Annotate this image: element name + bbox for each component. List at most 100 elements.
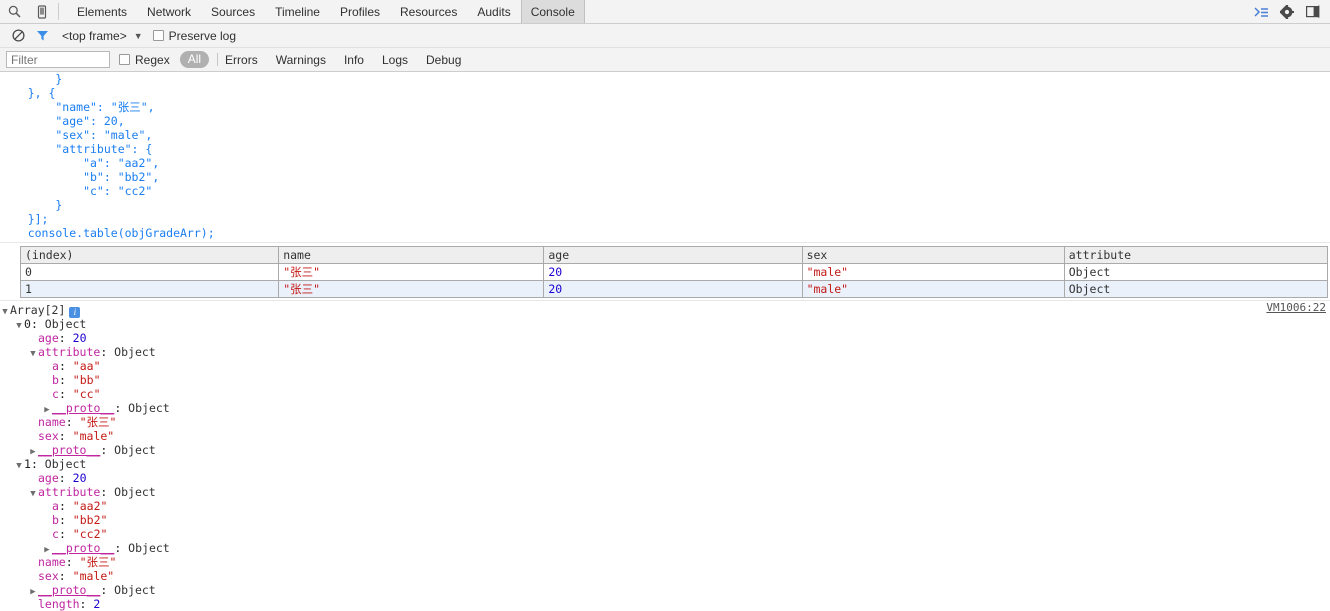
- tab-network[interactable]: Network: [137, 0, 201, 23]
- table-header-cell: age: [543, 246, 803, 264]
- console-table: (index) name age sex attribute 0 "张三" 20 "male"…: [19, 246, 1329, 298]
- tree-node: ▶length: 2: [0, 597, 1330, 611]
- tree-indent-spacer: ▶: [28, 599, 38, 611]
- cell-value: "male": [806, 282, 849, 296]
- preserve-log-checkbox[interactable]: Preserve log: [152, 28, 237, 43]
- tree-node-separator: :: [58, 499, 73, 513]
- source-line: "b": "bb2",: [0, 170, 160, 184]
- table-cell-attribute: Object: [1063, 263, 1329, 281]
- tree-node-separator: :: [65, 415, 80, 429]
- checkbox-box: [152, 30, 164, 41]
- tree-node[interactable]: ▼ attribute: Object: [0, 485, 1330, 499]
- filter-input[interactable]: [6, 51, 110, 68]
- tab-label: Console: [530, 4, 575, 19]
- source-line: "c": "cc2": [0, 184, 153, 198]
- console-output: } }, { "name": "张三", "age": 20, "sex": "…: [0, 72, 1330, 611]
- tree-node-value: "aa": [72, 359, 101, 373]
- table-cell-age: 20: [543, 263, 803, 281]
- source-line: "age": 20,: [0, 114, 125, 128]
- tree-node-separator: :: [65, 555, 80, 569]
- level-filter-all[interactable]: All: [179, 51, 210, 68]
- cell-value: "张三": [283, 265, 321, 279]
- table-header-cell: name: [278, 246, 545, 264]
- cell-value: 0: [25, 265, 32, 279]
- level-filter-info[interactable]: Info: [344, 53, 364, 67]
- clear-console-icon[interactable]: [6, 26, 30, 46]
- source-line: "name": "张三",: [0, 100, 155, 114]
- table-cell-index: 0: [19, 263, 280, 281]
- level-filter-debug[interactable]: Debug: [426, 53, 461, 67]
- disclosure-triangle-icon[interactable]: ▼: [28, 487, 38, 501]
- tree-node-key: __proto__: [38, 583, 101, 597]
- level-filter-errors[interactable]: Errors: [225, 53, 258, 67]
- table-cell-index: 1: [19, 280, 280, 298]
- tree-node-separator: :: [58, 527, 73, 541]
- disclosure-triangle-icon[interactable]: ▼: [28, 347, 38, 361]
- tree-node[interactable]: ▼ attribute: Object: [0, 345, 1330, 359]
- cell-value: "male": [806, 265, 849, 279]
- tab-profiles[interactable]: Profiles: [330, 0, 390, 23]
- tree-node[interactable]: ▼ 0: Object: [0, 317, 1330, 331]
- tree-node-value: Object: [114, 443, 156, 457]
- tree-node-value: Object: [114, 345, 156, 359]
- filter-funnel-icon[interactable]: [30, 26, 54, 46]
- console-toolbar-primary: <top frame> ▼ Preserve log: [0, 24, 1330, 48]
- tab-sources[interactable]: Sources: [201, 0, 265, 23]
- settings-gear-icon[interactable]: [1274, 4, 1300, 19]
- preserve-log-label: Preserve log: [168, 28, 237, 43]
- device-toggle-icon[interactable]: [28, 0, 56, 23]
- tree-node-separator: :: [58, 569, 73, 583]
- tree-node-value: "male": [72, 569, 115, 583]
- source-location-link[interactable]: VM1006:22: [1266, 301, 1326, 315]
- tree-node-separator: :: [100, 443, 115, 457]
- tab-console[interactable]: Console: [520, 0, 585, 23]
- tree-node[interactable]: ▶ __proto__: Object: [0, 541, 1330, 555]
- tabbar-divider: [58, 3, 59, 20]
- tree-node-separator: :: [58, 429, 73, 443]
- tree-node-key: attribute: [38, 345, 101, 359]
- tree-node: ▶c: "cc": [0, 387, 1330, 401]
- tree-node-separator: :: [114, 401, 129, 415]
- tree-node-value: Object: [114, 485, 156, 499]
- tree-node-key: sex: [38, 569, 59, 583]
- tree-node-key: name: [38, 415, 66, 429]
- tree-node: ▶a: "aa": [0, 359, 1330, 373]
- regex-checkbox[interactable]: Regex: [119, 53, 170, 67]
- tree-node-key: a: [52, 359, 59, 373]
- cell-value: Object: [1068, 265, 1111, 279]
- disclosure-triangle-icon[interactable]: ▼: [0, 305, 10, 319]
- table-body: 0 "张三" 20 "male" Object 1 "张三" 20 "male" Object: [19, 263, 1329, 298]
- tree-node[interactable]: ▼ 1: Object: [0, 457, 1330, 471]
- tree-node[interactable]: ▶ __proto__: Object: [0, 583, 1330, 597]
- search-icon[interactable]: [0, 0, 28, 23]
- tab-label: Timeline: [275, 4, 320, 19]
- dock-side-icon[interactable]: [1300, 5, 1326, 18]
- tree-root-row[interactable]: ▼ Array[2] i: [0, 303, 1330, 319]
- console-drawer-icon[interactable]: [1248, 6, 1274, 18]
- tab-resources[interactable]: Resources: [390, 0, 467, 23]
- cell-value: 1: [25, 282, 32, 296]
- tree-node-key: age: [38, 331, 59, 345]
- disclosure-triangle-icon[interactable]: ▼: [14, 459, 24, 473]
- tab-label: Network: [147, 4, 192, 19]
- table-cell-name: "张三": [278, 280, 545, 298]
- tree-node[interactable]: ▶ __proto__: Object: [0, 443, 1330, 457]
- tab-audits[interactable]: Audits: [467, 0, 520, 23]
- tab-timeline[interactable]: Timeline: [265, 0, 330, 23]
- tree-node: ▶age: 20: [0, 331, 1330, 345]
- tree-node-key: __proto__: [52, 541, 115, 555]
- tree-node-value: Object: [44, 457, 87, 471]
- disclosure-triangle-icon[interactable]: ▼: [14, 319, 24, 333]
- level-filter-logs[interactable]: Logs: [382, 53, 408, 67]
- tab-elements[interactable]: Elements: [67, 0, 137, 23]
- table-cell-age: 20: [543, 280, 803, 298]
- tree-node-value: 20: [72, 471, 87, 485]
- tree-node-separator: :: [58, 359, 73, 373]
- tree-node: ▶c: "cc2": [0, 527, 1330, 541]
- tree-node-value: Object: [44, 317, 87, 331]
- frame-selector[interactable]: <top frame> ▼: [62, 29, 143, 43]
- cell-value: 20: [548, 265, 563, 279]
- level-filter-warnings[interactable]: Warnings: [276, 53, 326, 67]
- table-header-cell: sex: [801, 246, 1065, 264]
- tree-node[interactable]: ▶ __proto__: Object: [0, 401, 1330, 415]
